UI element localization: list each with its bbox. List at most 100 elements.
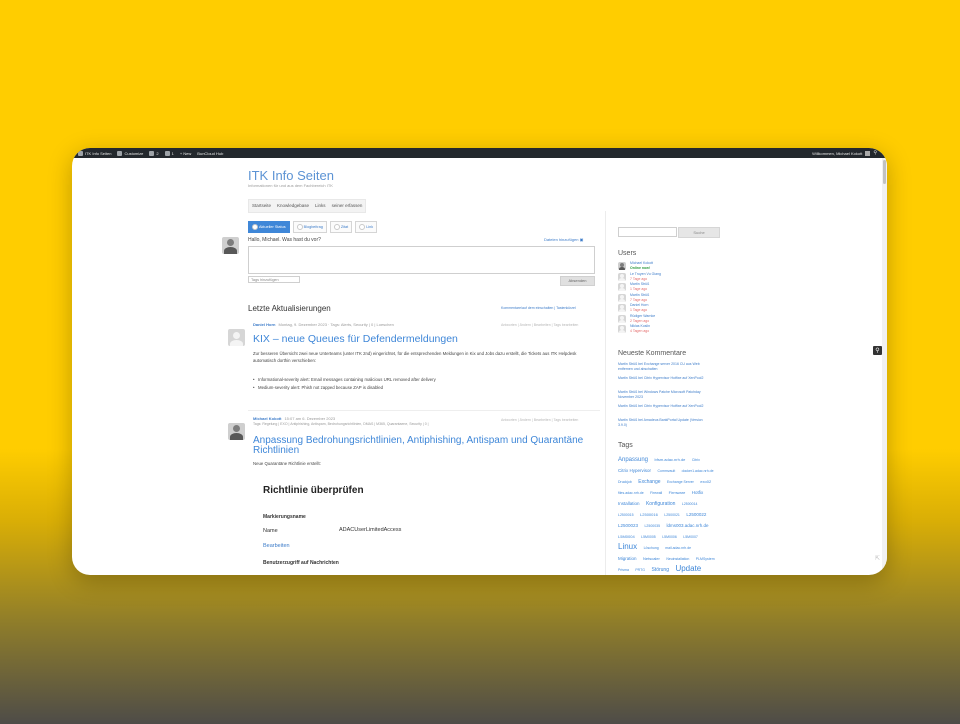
- quote-icon: [333, 224, 340, 230]
- tag-link[interactable]: exo02: [700, 479, 711, 484]
- tag-link[interactable]: L5M0004: [618, 534, 635, 539]
- tag-link[interactable]: Prisma: [618, 568, 629, 572]
- tag-link[interactable]: L2500016: [640, 512, 658, 517]
- tag-link[interactable]: L2500021: [664, 513, 680, 517]
- tag-link[interactable]: PRTG: [635, 568, 645, 572]
- tag-link[interactable]: Firewall: [650, 491, 662, 495]
- admin-avatar[interactable]: [865, 150, 871, 156]
- post-title[interactable]: KIX – neue Queues für Defendermeldungen: [253, 333, 458, 345]
- tab-link[interactable]: Link: [355, 221, 378, 233]
- browser-window: ITK Info Seiten Customize 2 1 + New BunC…: [72, 148, 887, 575]
- user-name[interactable]: Le Truyen Vu Giang: [630, 272, 661, 276]
- user-item[interactable]: Niklas Koslin 4 Tagen ago: [618, 324, 688, 334]
- user-name[interactable]: Niklas Koslin: [630, 324, 650, 328]
- tag-link[interactable]: mail.adac.nrh.de: [665, 546, 691, 550]
- comment-item[interactable]: Martin Strüß bei Windows Patche Microsof…: [618, 390, 712, 400]
- tag-link[interactable]: Update: [675, 564, 701, 573]
- tag-link[interactable]: Citrix Hypervisor: [618, 468, 651, 473]
- status-textarea[interactable]: [248, 246, 595, 274]
- submit-button[interactable]: Absenden: [560, 276, 595, 286]
- comment-item[interactable]: Martin Strüß bei Exchange server 2016 CU…: [618, 362, 712, 372]
- user-name[interactable]: Daniel Horn: [630, 303, 648, 307]
- nav-item-knowledgebase[interactable]: Knowledgebase: [274, 200, 312, 212]
- tag-link[interactable]: Exchange Server: [667, 480, 694, 484]
- tag-link[interactable]: Löschung: [644, 546, 659, 550]
- admin-cloud-link[interactable]: BunCloud Hub: [197, 151, 223, 156]
- nav-item-erfassen[interactable]: seiner erfassen: [329, 200, 366, 212]
- nav-item-links[interactable]: Links: [312, 200, 329, 212]
- post-title[interactable]: Anpassung Bedrohungsrichtlinien, Antiphi…: [253, 435, 583, 446]
- search-input[interactable]: [618, 227, 677, 237]
- tag-link[interactable]: L5M0007: [683, 535, 698, 539]
- post-title-line2[interactable]: Richtlinien: [253, 445, 299, 456]
- tag-link[interactable]: Installation: [618, 501, 640, 506]
- tags-input[interactable]: Tags hinzufügen: [248, 276, 300, 283]
- post-author[interactable]: Michael Kokott: [253, 416, 281, 421]
- admin-updates-link[interactable]: 2: [149, 150, 159, 156]
- user-item[interactable]: Le Truyen Vu Giang 7 Tage ago: [618, 272, 688, 282]
- tag-link[interactable]: PLMSystem: [696, 557, 715, 561]
- user-name[interactable]: Rüdiger Warnke: [630, 314, 655, 318]
- brush-icon: [117, 150, 123, 156]
- tag-link[interactable]: L2500014: [682, 502, 698, 506]
- tag-link[interactable]: Hotfix: [692, 490, 704, 495]
- comment-item[interactable]: Martin Strüß bei Amadeus BankPortal Upda…: [618, 418, 712, 428]
- site-title[interactable]: ITK Info Seiten: [248, 168, 334, 183]
- tab-status[interactable]: Aktueller Status: [248, 221, 290, 233]
- admin-greeting[interactable]: Willkommen, Michael Kokott: [812, 151, 862, 156]
- tag-link[interactable]: Störung: [651, 567, 669, 573]
- user-name[interactable]: Martin Strüß: [630, 293, 649, 297]
- post-actions[interactable]: Antworten | Ändern | Bearbeiten | Tags b…: [501, 323, 578, 327]
- user-name[interactable]: Martin Strüß: [630, 282, 649, 286]
- user-name[interactable]: Michael Kokott: [630, 261, 653, 265]
- tag-link[interactable]: Exchange: [638, 479, 660, 485]
- comment-item[interactable]: Martin Strüß bei Citrix Hypervisor Hotfi…: [618, 404, 712, 409]
- tag-link[interactable]: L2500023: [618, 523, 638, 528]
- tag-link[interactable]: L5M0005: [641, 535, 656, 539]
- user-item[interactable]: Martin Strüß 7 Tage ago: [618, 293, 688, 303]
- tab-quote[interactable]: Zitat: [329, 221, 353, 233]
- tag-link[interactable]: Netscaler: [643, 556, 660, 561]
- tag-link[interactable]: Firmware: [669, 490, 686, 495]
- scrollbar[interactable]: [882, 158, 887, 575]
- tag-link[interactable]: Anpassung: [618, 457, 648, 463]
- user-item[interactable]: Michael Kokott Online now!: [618, 261, 688, 271]
- admin-customize-link[interactable]: Customize: [117, 150, 143, 156]
- tag-link[interactable]: Konfiguration: [646, 501, 675, 507]
- tag-link[interactable]: Citrix: [692, 458, 700, 462]
- user-item[interactable]: Daniel Horn 1 Tage ago: [618, 303, 688, 313]
- tag-link[interactable]: L2500035: [644, 524, 660, 528]
- admin-site-link[interactable]: ITK Info Seiten: [78, 150, 111, 156]
- post-author[interactable]: Daniel Horn: [253, 322, 275, 327]
- search-button[interactable]: Suche: [678, 227, 720, 238]
- tag-link[interactable]: bfsm.adac.nrh.de: [654, 457, 685, 462]
- user-item[interactable]: Martin Strüß 1 Tage ago: [618, 282, 688, 292]
- tag-link[interactable]: Linux: [618, 542, 637, 551]
- tag-link[interactable]: Migration: [618, 556, 637, 561]
- user-item[interactable]: Rüdiger Warnke 2 Tagen ago: [618, 314, 688, 324]
- post-tags[interactable]: Tags: Regelung | EXO | Antiphishing, Ant…: [253, 422, 429, 426]
- tag-link[interactable]: Commvault: [657, 469, 675, 473]
- tag-link[interactable]: docker1.adac.nrh.de: [682, 469, 714, 473]
- search-toggle-button[interactable]: ⚲: [873, 346, 882, 355]
- status-icon: [252, 224, 258, 230]
- tab-blogpost[interactable]: Blogbeitrag: [292, 221, 327, 233]
- admin-comments-link[interactable]: 1: [164, 150, 174, 156]
- tag-link[interactable]: Neuinstallation: [666, 557, 689, 561]
- tag-link[interactable]: L5M0006: [662, 535, 677, 539]
- scrollbar-thumb[interactable]: [883, 160, 886, 184]
- updates-links[interactable]: Kommentare/auf dem einschalten | Tastenk…: [501, 306, 576, 310]
- tag-link[interactable]: L2500015: [618, 513, 634, 517]
- tag-link[interactable]: L2500022: [686, 512, 706, 517]
- post-actions[interactable]: Antworten | Ändern | Bearbeiten | Tags b…: [501, 418, 578, 422]
- nav-item-startseite[interactable]: Startseite: [249, 200, 274, 212]
- avatar: [618, 283, 626, 291]
- search-icon[interactable]: ⚲: [873, 150, 877, 156]
- tag-link[interactable]: Druckjob: [618, 480, 632, 484]
- embed-edit-link[interactable]: Bearbeiten: [263, 543, 290, 549]
- add-media-link[interactable]: Dateien hinzufügen ▣: [544, 237, 583, 242]
- tag-link[interactable]: files.adac.nrh.de: [618, 491, 644, 495]
- tag-link[interactable]: ldms003.adac.nrh.de: [667, 523, 709, 528]
- comment-item[interactable]: Martin Strüß bei Citrix Hypervisor Hotfi…: [618, 376, 712, 381]
- admin-new-link[interactable]: + New: [180, 151, 191, 156]
